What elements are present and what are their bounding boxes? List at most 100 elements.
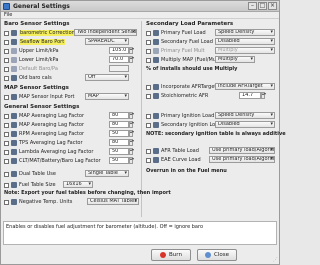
settings-icon xyxy=(11,94,17,100)
close-button[interactable]: Close xyxy=(197,249,237,261)
default-baro-checkbox[interactable] xyxy=(4,66,9,72)
lag-factor-field[interactable]: 80 xyxy=(109,139,129,146)
negative-temp-checkbox[interactable] xyxy=(4,199,9,205)
lag-factor-checkbox[interactable] xyxy=(4,122,9,128)
close-window-button[interactable]: × xyxy=(268,2,277,10)
map-port-checkbox[interactable] xyxy=(4,94,9,100)
eae-curve-load-select[interactable]: Use primary load/Algorithm xyxy=(209,156,275,163)
lag-factor-checkbox[interactable] xyxy=(4,140,9,146)
baro-correction-select[interactable]: Two Independent Sensors xyxy=(74,29,137,36)
upper-limit-spinner[interactable]: ▴▾ xyxy=(129,47,134,54)
old-baro-cals-select[interactable]: Off xyxy=(85,74,129,81)
secondary-fuel-load-select[interactable]: Disabled xyxy=(215,38,275,45)
lag-factor-spinner[interactable]: ▴▾ xyxy=(129,139,134,146)
baro-port-checkbox[interactable] xyxy=(4,39,9,45)
afr-table-load-label: AFR Table Load xyxy=(161,148,199,154)
fuel-table-size-row: Fuel Table Size xyxy=(4,181,56,189)
lag-factor-row: MAP Averaging Lag Factor xyxy=(4,121,84,129)
primary-ign-load-checkbox[interactable] xyxy=(146,113,151,119)
default-baro-field xyxy=(109,65,129,72)
lag-factor-field[interactable]: 80 xyxy=(109,112,129,119)
settings-icon xyxy=(11,57,17,63)
incorporate-afr-checkbox[interactable] xyxy=(146,84,151,90)
settings-icon xyxy=(153,148,159,154)
resize-grip-icon[interactable]: ⋰ xyxy=(273,257,278,263)
stoich-afr-checkbox[interactable] xyxy=(146,93,151,99)
lower-limit-spinner[interactable]: ▴▾ xyxy=(129,56,134,63)
lag-factor-spinner[interactable]: ▴▾ xyxy=(129,148,134,155)
lag-factor-field[interactable]: 50 xyxy=(109,157,129,164)
negative-temp-select[interactable]: Celsius MAT Tables in °C xyxy=(87,198,139,205)
primary-ign-load-select[interactable]: Speed Density xyxy=(215,112,275,119)
column-divider xyxy=(141,21,142,217)
lag-factor-checkbox[interactable] xyxy=(4,113,9,119)
menu-file[interactable]: File xyxy=(4,12,12,18)
lag-factor-row: Lambda Averaging Lag Factor xyxy=(4,148,93,156)
secondary-fuel-load-row: Secondary Fuel Load xyxy=(146,38,213,46)
settings-icon xyxy=(11,75,17,81)
secondary-fuel-load-checkbox[interactable] xyxy=(146,39,151,45)
lag-factor-field[interactable]: 50 xyxy=(109,130,129,137)
lower-limit-label: Lower Limit/kPa xyxy=(19,57,59,63)
lower-limit-checkbox[interactable] xyxy=(4,57,9,63)
lag-factor-checkbox[interactable] xyxy=(4,158,9,164)
stoich-afr-row: Stoichiometric AFR xyxy=(146,92,208,100)
multiply-map-row: Multiply MAP (Fuel/Mult) xyxy=(146,56,221,64)
primary-fuel-mult-checkbox[interactable] xyxy=(146,48,151,54)
afr-table-load-select[interactable]: Use primary load/Algorithm xyxy=(209,147,275,154)
eae-curve-load-checkbox[interactable] xyxy=(146,157,151,163)
menu-bar: File xyxy=(1,12,279,19)
old-baro-cals-label: Old baro cals xyxy=(19,75,52,81)
lag-factor-row: MAP Averaging Lag Factor xyxy=(4,112,84,120)
primary-fuel-load-checkbox[interactable] xyxy=(146,30,151,36)
lag-factor-checkbox[interactable] xyxy=(4,149,9,155)
upper-limit-field[interactable]: 105.0 xyxy=(109,47,129,54)
stoich-afr-field[interactable]: 14.7 xyxy=(239,92,261,99)
primary-fuel-load-select[interactable]: Speed Density xyxy=(215,29,275,36)
window-title: General Settings xyxy=(13,2,70,10)
burn-button[interactable]: Burn xyxy=(151,249,191,261)
secondary-ign-load-checkbox[interactable] xyxy=(146,122,151,128)
multiply-map-checkbox[interactable] xyxy=(146,57,151,63)
settings-content: Baro Sensor Settings barometric Correcti… xyxy=(1,19,286,219)
settings-icon xyxy=(11,131,17,137)
map-section-title: MAP Sensor Settings xyxy=(4,85,69,91)
burn-button-label: Burn xyxy=(169,252,182,258)
baro-correction-row: barometric Correction xyxy=(4,29,76,37)
export-note: Note: Export your fuel tables before cha… xyxy=(4,190,171,196)
lag-factor-field[interactable]: 50 xyxy=(109,148,129,155)
dual-table-select[interactable]: Single Table xyxy=(85,170,129,177)
fuel-table-size-checkbox[interactable] xyxy=(4,182,9,188)
settings-icon xyxy=(11,199,17,205)
settings-icon xyxy=(11,66,17,72)
lag-factor-spinner[interactable]: ▴▾ xyxy=(129,130,134,137)
lag-factor-label: RPM Averaging Lag Factor xyxy=(19,131,85,137)
old-baro-cals-checkbox[interactable] xyxy=(4,75,9,81)
baro-port-select[interactable]: SPAREADC xyxy=(85,38,129,45)
lag-factor-spinner[interactable]: ▴▾ xyxy=(129,112,134,119)
afr-table-load-checkbox[interactable] xyxy=(146,148,151,154)
map-port-select[interactable]: MAP xyxy=(85,93,129,100)
settings-icon xyxy=(11,39,17,45)
secondary-ign-load-select[interactable]: Disabled xyxy=(215,121,275,128)
fuel-table-size-select[interactable]: 16x16 xyxy=(63,181,93,188)
incorporate-afr-select[interactable]: Include AFRTarget xyxy=(215,83,275,90)
dual-table-checkbox[interactable] xyxy=(4,171,9,177)
stoich-afr-spinner[interactable]: ▴▾ xyxy=(261,92,266,99)
lag-factor-spinner[interactable]: ▴▾ xyxy=(129,157,134,164)
upper-limit-checkbox[interactable] xyxy=(4,48,9,54)
baro-correction-checkbox[interactable] xyxy=(4,30,9,36)
lag-factor-spinner[interactable]: ▴▾ xyxy=(129,121,134,128)
lag-factor-field[interactable]: 80 xyxy=(109,121,129,128)
lag-factor-row: RPM Averaging Lag Factor xyxy=(4,130,84,138)
help-text: Enables or disables fuel adjustment for … xyxy=(6,224,203,230)
lag-factor-checkbox[interactable] xyxy=(4,131,9,137)
primary-fuel-mult-select[interactable]: Multiply xyxy=(215,47,275,54)
multiply-map-select[interactable]: Multiply xyxy=(215,56,255,63)
maximize-button[interactable]: □ xyxy=(258,2,267,10)
lower-limit-field[interactable]: 70.0 xyxy=(109,56,129,63)
minimize-button[interactable]: – xyxy=(248,2,257,10)
settings-icon xyxy=(11,171,17,177)
settings-icon xyxy=(11,149,17,155)
general-settings-window: General Settings – □ × File Baro Sensor … xyxy=(0,0,286,265)
